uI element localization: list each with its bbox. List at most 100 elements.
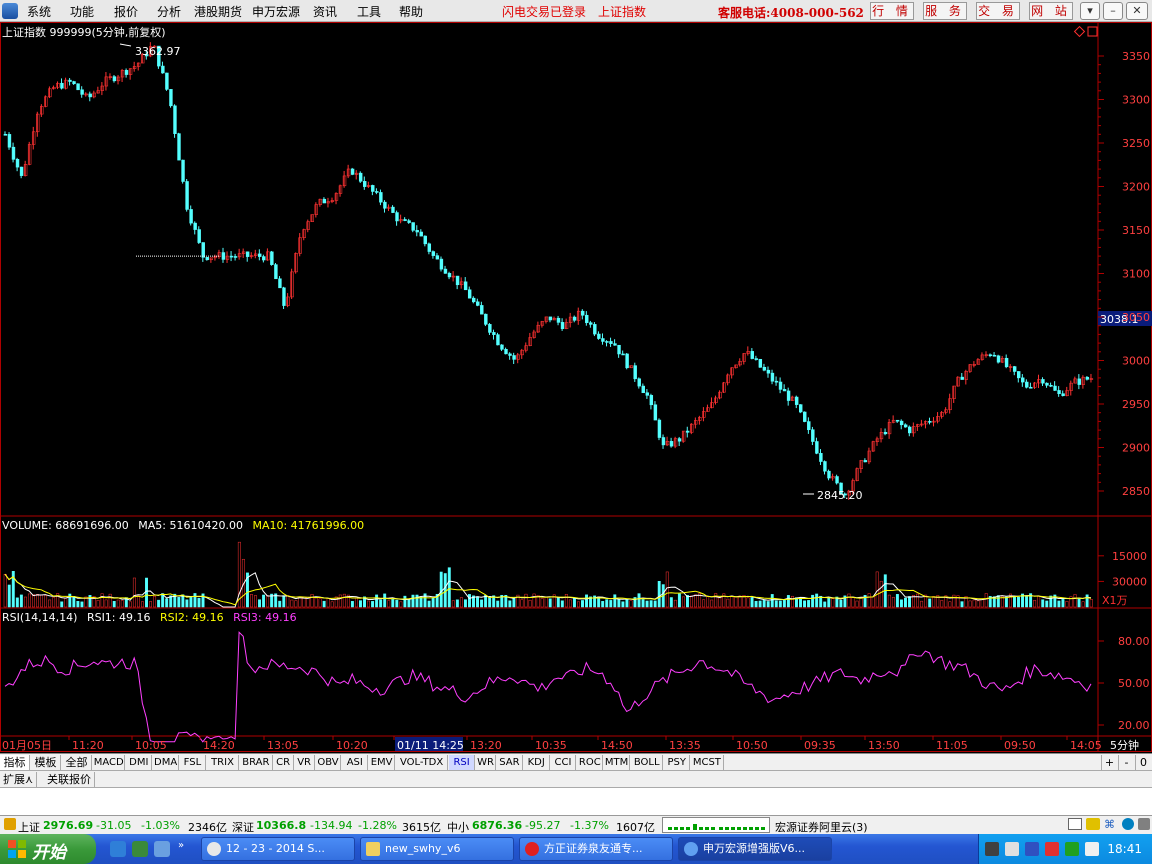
tab-cr[interactable]: CR [274, 755, 294, 770]
menu-tools[interactable]: 工具 [357, 3, 381, 20]
signal-icon[interactable]: ⌘ [1104, 818, 1115, 831]
menu-system[interactable]: 系统 [27, 3, 51, 20]
tab-vol-tdx[interactable]: VOL-TDX [396, 755, 449, 770]
sz-name[interactable]: 深证 [232, 819, 254, 835]
volume-bar [322, 600, 326, 608]
tab-vr[interactable]: VR [295, 755, 315, 770]
service-button[interactable]: 服 务 [923, 2, 967, 20]
notepad-icon[interactable] [1068, 818, 1082, 830]
menu-news[interactable]: 资讯 [313, 3, 337, 20]
status-icon[interactable] [1122, 818, 1134, 830]
candle-body [379, 192, 383, 203]
time-label: 13:50 [868, 739, 900, 752]
tab-macd[interactable]: MACD [93, 755, 126, 770]
start-button[interactable]: 开始 [0, 834, 96, 864]
minimize-icon[interactable]: – [1103, 2, 1123, 20]
tab-indicator[interactable]: 指标 [0, 755, 30, 770]
volume-bar [815, 593, 819, 608]
tab-trix[interactable]: TRIX [207, 755, 240, 770]
period-label[interactable]: 5分钟 [1110, 738, 1139, 752]
lock-icon[interactable] [1086, 818, 1100, 830]
candle-body [443, 268, 448, 274]
quicklaunch-more-icon[interactable]: » [178, 840, 184, 851]
price-tick-label: 3150 [1122, 224, 1150, 237]
website-button[interactable]: 网 站 [1029, 2, 1073, 20]
rsi-line [4, 631, 1092, 743]
diamond-icon[interactable] [1073, 25, 1086, 38]
volume-bar [379, 599, 383, 608]
ie-icon[interactable] [110, 841, 126, 857]
clock[interactable]: 18:41 [1107, 842, 1142, 856]
indicator-tabs: 指标 模板 全部 MACD DMI DMA FSL TRIX BRAR CR VR OBV ASI EMV… [0, 753, 1152, 770]
menu-analysis[interactable]: 分析 [157, 3, 181, 20]
volume-bar [972, 599, 976, 608]
task-founder[interactable]: 方正证券泉友通专... [519, 837, 673, 861]
tab-dma[interactable]: DMA [153, 755, 179, 770]
candle-body [548, 316, 553, 321]
help-icon[interactable] [1005, 842, 1019, 856]
antivirus-icon[interactable] [1045, 842, 1059, 856]
quote-button[interactable]: 行 情 [870, 2, 914, 20]
trade-button[interactable]: 交 易 [976, 2, 1020, 20]
keyboard-icon[interactable] [985, 842, 999, 856]
zx-amount: 1607亿 [616, 821, 655, 834]
volume-bar [572, 597, 576, 608]
task-chrome[interactable]: 12 - 23 - 2014 S... [201, 837, 355, 861]
menu-function[interactable]: 功能 [70, 3, 94, 20]
zoom-in-button[interactable]: + [1101, 755, 1117, 770]
candle-body [605, 341, 609, 343]
related-quote-tab[interactable]: 关联报价 [44, 772, 95, 787]
tab-kdj[interactable]: KDJ [524, 755, 550, 770]
chrome-icon[interactable] [132, 841, 148, 857]
tab-wr[interactable]: WR [476, 755, 496, 770]
candle-body [609, 341, 613, 344]
tab-roc[interactable]: ROC [577, 755, 604, 770]
close-icon[interactable]: ✕ [1126, 2, 1148, 20]
restore-panel-icon[interactable] [1087, 26, 1098, 37]
reset-button[interactable]: 0 [1135, 755, 1151, 770]
sh-name[interactable]: 上证 [18, 819, 40, 835]
task-folder[interactable]: new_swhy_v6 [360, 837, 514, 861]
task-swhy[interactable]: 申万宏源增强版V6... [678, 837, 832, 861]
tab-obv[interactable]: OBV [316, 755, 342, 770]
chart-area[interactable]: 3038.1 上证指数 999999(5分钟,前复权) 3350 3300 3250… [0, 22, 1152, 752]
tab-boll[interactable]: BOLL [631, 755, 664, 770]
tab-dmi[interactable]: DMI [126, 755, 153, 770]
settings-icon[interactable] [1138, 818, 1150, 830]
rsi-name: RSI(14,14,14) [2, 611, 77, 624]
volume-bar [831, 598, 835, 608]
desktop-icon[interactable] [154, 841, 170, 857]
kline-chart[interactable]: 3038.1 上证指数 999999(5分钟,前复权) 335033003250… [0, 22, 1152, 752]
volume-icon[interactable] [1085, 842, 1099, 856]
tab-brar[interactable]: BRAR [240, 755, 273, 770]
menu-quote[interactable]: 报价 [114, 3, 138, 20]
tab-fsl[interactable]: FSL [180, 755, 206, 770]
zoom-out-button[interactable]: - [1118, 755, 1134, 770]
tab-mcst[interactable]: MCST [691, 755, 724, 770]
tab-asi[interactable]: ASI [342, 755, 369, 770]
current-symbol[interactable]: 上证指数 [598, 3, 646, 20]
volume-bar [314, 597, 318, 608]
tab-all[interactable]: 全部 [62, 755, 92, 770]
tab-psy[interactable]: PSY [664, 755, 691, 770]
task-label: 12 - 23 - 2014 S... [226, 842, 325, 855]
volume-bar [851, 597, 855, 608]
broker-server[interactable]: 宏源证券阿里云(3) [775, 819, 868, 835]
window-menu-icon[interactable]: ▾ [1080, 2, 1100, 20]
menu-help[interactable]: 帮助 [399, 3, 423, 20]
candle-body [835, 476, 839, 484]
candle-body [641, 385, 645, 394]
tab-template[interactable]: 模板 [31, 755, 61, 770]
tab-rsi[interactable]: RSI [449, 755, 475, 770]
tab-mtm[interactable]: MTM [604, 755, 630, 770]
tab-emv[interactable]: EMV [369, 755, 395, 770]
tab-cci[interactable]: CCI [551, 755, 577, 770]
expand-tab[interactable]: 扩展⋏ [0, 772, 38, 787]
tab-sar[interactable]: SAR [497, 755, 523, 770]
shield-icon[interactable] [1065, 842, 1079, 856]
index-ticker: 上证 2976.69 -31.05 -1.03% 2346亿 深证 10366.… [0, 815, 1152, 834]
menu-hk-futures[interactable]: 港股期货 [194, 3, 242, 20]
menu-swhy[interactable]: 申万宏源 [252, 3, 300, 20]
network-icon[interactable] [1025, 842, 1039, 856]
zx-name[interactable]: 中小 [447, 819, 469, 835]
